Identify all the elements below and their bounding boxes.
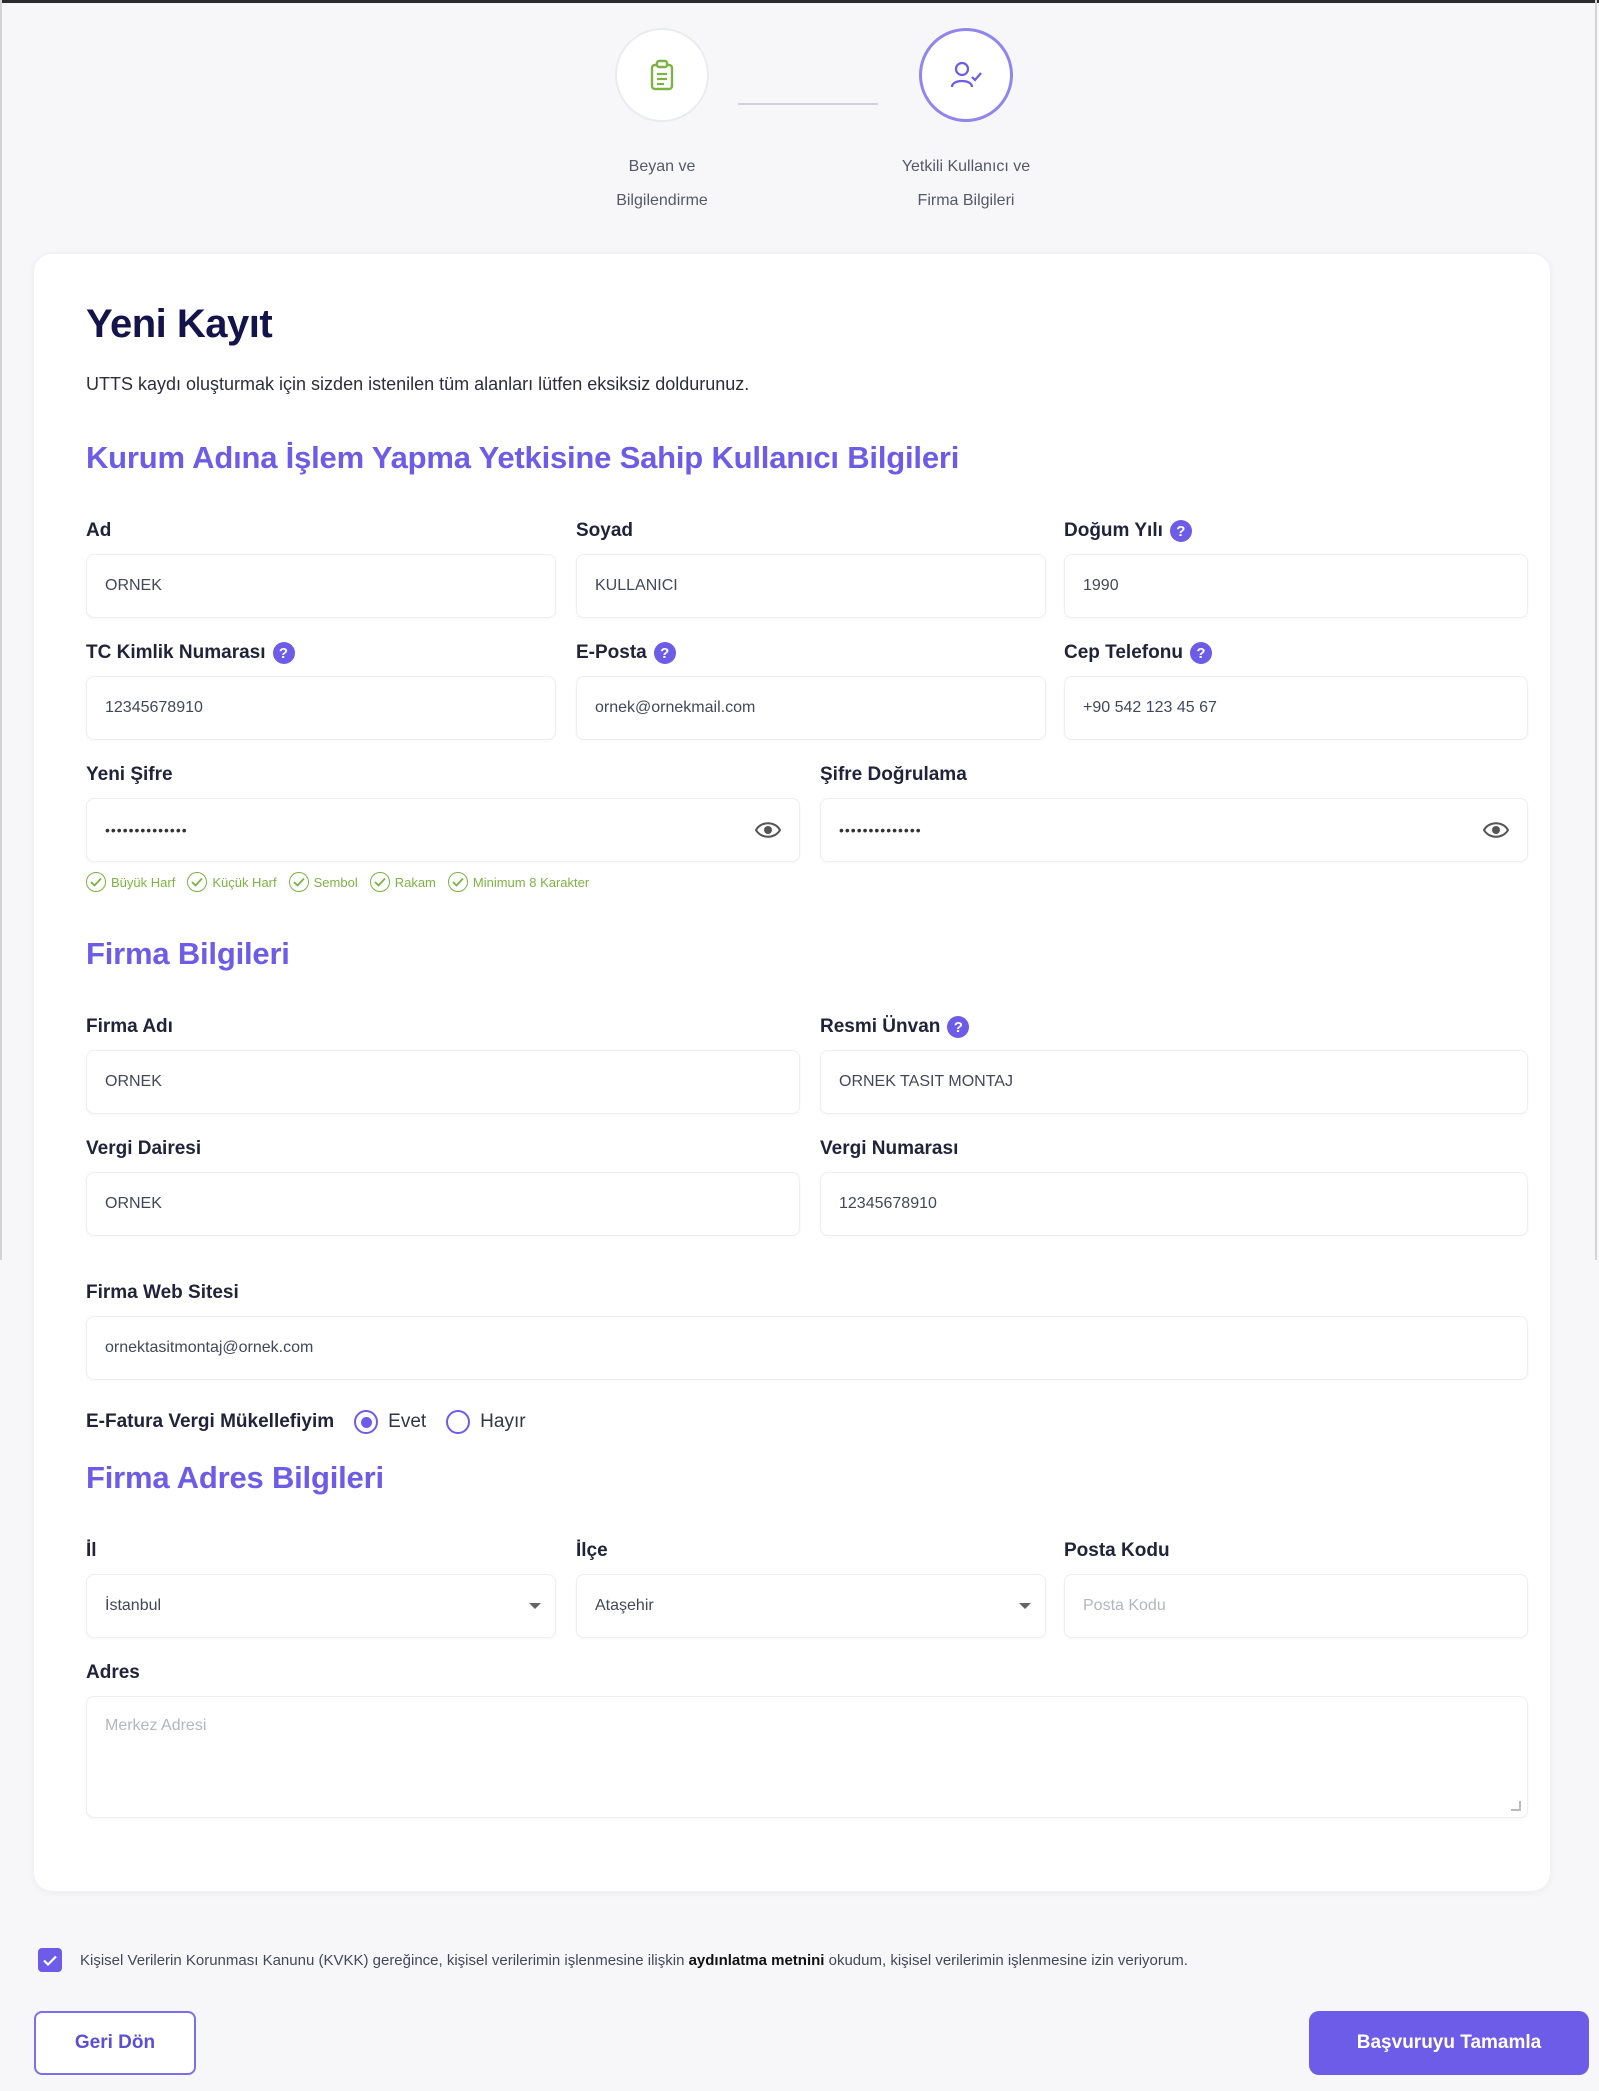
tc-label: TC Kimlik Numarası? (86, 642, 295, 664)
eye-icon[interactable] (1482, 819, 1510, 846)
rule-item: Sembol (288, 872, 358, 892)
cep-telefonu-input[interactable]: +90 542 123 45 67 (1064, 676, 1528, 740)
eposta-label: E-Posta? (576, 642, 676, 664)
kvkk-text: Kişisel Verilerin Korunması Kanunu (KVKK… (80, 1951, 1188, 1969)
user-check-icon (919, 28, 1013, 122)
rule-item: Büyük Harf (86, 872, 175, 892)
soyad-label: Soyad (576, 520, 634, 541)
check-icon (43, 1955, 57, 1966)
efatura-evet-label[interactable]: Evet (388, 1411, 426, 1433)
password-mask: •••••••••••••• (839, 822, 922, 838)
page-subtitle: UTTS kaydı oluşturmak için sizden isteni… (86, 374, 750, 394)
step-yetkili[interactable]: Yetkili Kullanıcı ve Firma Bilgileri (866, 28, 1066, 218)
caret-down-icon (1019, 1603, 1031, 1609)
firm-section-title: Firma Bilgileri (86, 936, 290, 971)
yeni-sifre-label: Yeni Şifre (86, 764, 173, 785)
sifre-dogrulama-input[interactable]: •••••••••••••• (820, 798, 1528, 862)
submit-button[interactable]: Başvuruyu Tamamla (1309, 2011, 1589, 2075)
vergi-numarasi-label: Vergi Numarası (820, 1138, 959, 1159)
caret-down-icon (529, 1603, 541, 1609)
tc-input[interactable]: 12345678910 (86, 676, 556, 740)
help-icon[interactable]: ? (947, 1016, 970, 1038)
check-circle-icon (187, 872, 208, 892)
resmi-unvan-input[interactable]: ORNEK TASIT MONTAJ (820, 1050, 1528, 1114)
yeni-sifre-input[interactable]: •••••••••••••• (86, 798, 800, 862)
registration-form-card: Yeni Kayıt UTTS kaydı oluşturmak için si… (34, 254, 1550, 1891)
rule-item: Rakam (369, 872, 436, 892)
adres-placeholder: Merkez Adresi (105, 1717, 207, 1734)
sifre-dogrulama-label: Şifre Doğrulama (820, 764, 967, 785)
help-icon[interactable]: ? (653, 642, 676, 664)
help-icon[interactable]: ? (1169, 520, 1192, 542)
kvkk-checkbox[interactable] (38, 1948, 62, 1972)
firma-adi-input[interactable]: ORNEK (86, 1050, 800, 1114)
registration-stepper: Beyan ve Bilgilendirme Yetkili Kullanıcı… (0, 28, 1599, 209)
vergi-dairesi-label: Vergi Dairesi (86, 1138, 202, 1159)
step-label: Beyan ve Bilgilendirme (616, 158, 708, 209)
dogum-yili-input[interactable]: 1990 (1064, 554, 1528, 618)
ilce-value: Ataşehir (595, 1597, 654, 1614)
posta-kodu-label: Posta Kodu (1064, 1540, 1170, 1561)
efatura-label: E-Fatura Vergi Mükellefiyim (86, 1411, 335, 1432)
soyad-input[interactable]: KULLANICI (576, 554, 1046, 618)
check-circle-icon (288, 872, 309, 892)
eye-icon[interactable] (754, 819, 782, 846)
ilce-select[interactable]: Ataşehir (576, 1574, 1046, 1638)
efatura-hayir-label[interactable]: Hayır (480, 1411, 525, 1433)
il-label: İl (86, 1540, 97, 1561)
check-circle-icon (447, 872, 468, 892)
step-beyan[interactable]: Beyan ve Bilgilendirme (562, 28, 762, 218)
eposta-input[interactable]: ornek@ornekmail.com (576, 676, 1046, 740)
adres-textarea[interactable]: Merkez Adresi (86, 1696, 1528, 1818)
check-circle-icon (369, 872, 390, 892)
top-border (0, 0, 1599, 3)
ad-label: Ad (86, 520, 112, 541)
back-button[interactable]: Geri Dön (34, 2011, 196, 2075)
efatura-evet-radio[interactable] (354, 1410, 379, 1434)
rule-item: Küçük Harf (187, 872, 277, 892)
address-section-title: Firma Adres Bilgileri (86, 1460, 384, 1495)
help-icon[interactable]: ? (1189, 642, 1212, 664)
help-icon[interactable]: ? (272, 642, 295, 664)
resmi-unvan-label: Resmi Ünvan? (820, 1016, 970, 1038)
efatura-radio-group: E-Fatura Vergi Mükellefiyim Evet Hayır (86, 1410, 546, 1434)
web-sitesi-input[interactable]: ornektasitmontaj@ornek.com (86, 1316, 1528, 1380)
user-section-title: Kurum Adına İşlem Yapma Yetkisine Sahip … (86, 440, 960, 475)
il-value: İstanbul (105, 1597, 162, 1614)
adres-label: Adres (86, 1662, 140, 1683)
ilce-label: İlçe (576, 1540, 608, 1561)
step-label: Yetkili Kullanıcı ve Firma Bilgileri (901, 158, 1031, 209)
efatura-hayir-radio[interactable] (446, 1410, 471, 1434)
cep-telefonu-label: Cep Telefonu? (1064, 642, 1212, 664)
web-sitesi-label: Firma Web Sitesi (86, 1282, 239, 1303)
vergi-numarasi-input[interactable]: 12345678910 (820, 1172, 1528, 1236)
rule-item: Minimum 8 Karakter (447, 872, 589, 892)
check-circle-icon (86, 872, 106, 892)
dogum-yili-label: Doğum Yılı? (1064, 520, 1192, 542)
page-title: Yeni Kayıt (86, 302, 273, 346)
resize-handle-icon[interactable] (1511, 1801, 1521, 1811)
password-mask: •••••••••••••• (105, 822, 188, 838)
password-rules: Büyük Harf Küçük Harf Sembol Rakam Minim… (86, 872, 589, 892)
vergi-dairesi-input[interactable]: ORNEK (86, 1172, 800, 1236)
il-select[interactable]: İstanbul (86, 1574, 556, 1638)
firma-adi-label: Firma Adı (86, 1016, 173, 1037)
kvkk-consent: Kişisel Verilerin Korunması Kanunu (KVKK… (38, 1948, 1188, 1972)
posta-kodu-input[interactable]: Posta Kodu (1064, 1574, 1528, 1638)
aydinlatma-link[interactable]: aydınlatma metnini (689, 1952, 825, 1969)
ad-input[interactable]: ORNEK (86, 554, 556, 618)
clipboard-icon (615, 28, 709, 122)
